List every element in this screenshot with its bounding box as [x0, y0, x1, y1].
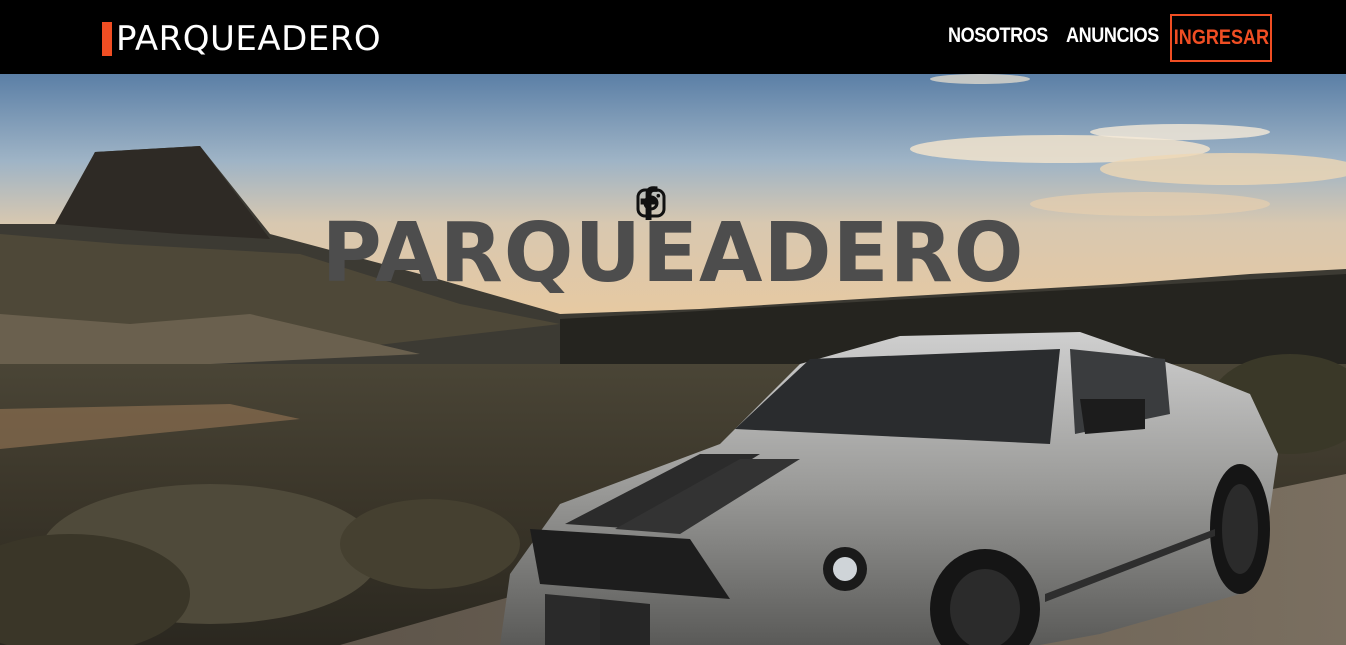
nav-link-anuncios[interactable]: ANUNCIOS	[1066, 24, 1159, 48]
hero-title: PARQUEADERO	[321, 206, 1025, 301]
navbar: PARQUEADERO NOSOTROS ANUNCIOS INGRESAR	[0, 0, 1346, 74]
nav-link-nosotros[interactable]: NOSOTROS	[948, 24, 1048, 48]
hero-section: PARQUEADERO	[0, 74, 1346, 645]
brand-name: PARQUEADERO	[116, 19, 382, 59]
brand-accent-bar	[102, 22, 112, 56]
login-button[interactable]: INGRESAR	[1170, 14, 1272, 62]
hero-background-image	[0, 74, 1346, 645]
brand-logo[interactable]: PARQUEADERO	[102, 19, 381, 59]
login-button-label: INGRESAR	[1173, 26, 1269, 49]
